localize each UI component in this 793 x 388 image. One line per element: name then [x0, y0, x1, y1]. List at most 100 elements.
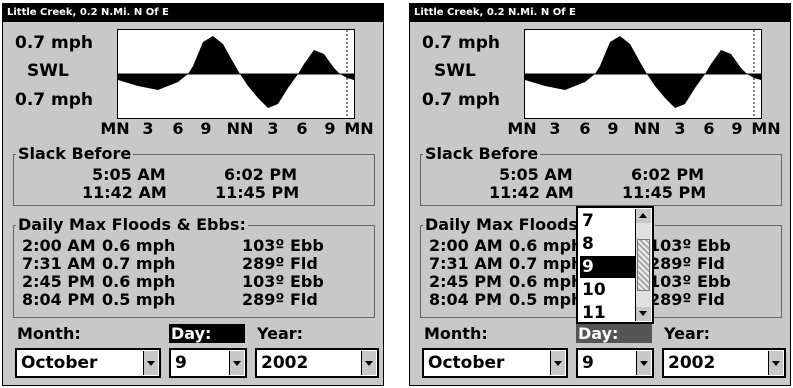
flood-speed: 0.5 mph — [102, 290, 176, 309]
month-select[interactable]: October — [15, 348, 161, 378]
scroll-up-arrow-icon[interactable] — [636, 209, 651, 223]
slack-before-title: Slack Before — [16, 144, 134, 163]
tide-top-label: 0.7 mph — [422, 33, 501, 53]
day-option[interactable]: 7 — [580, 210, 638, 232]
day-value: 9 — [175, 353, 187, 373]
slack-time: 5:05 AM — [499, 165, 573, 184]
slack-before-title: Slack Before — [423, 144, 541, 163]
axis-tick: 6 — [172, 119, 184, 138]
axis-tick: 9 — [200, 119, 212, 138]
tide-panel-right: Little Creek, 0.2 N.Mi. N Of E 0.7 mph S… — [409, 3, 791, 386]
axis-tick: 9 — [324, 119, 336, 138]
flood-direction: 289º Fld — [649, 290, 725, 309]
month-value: October — [428, 353, 505, 373]
axis-tick: 3 — [549, 119, 561, 138]
tide-curve — [118, 30, 354, 118]
axis-tick: 3 — [267, 119, 279, 138]
axis-tick: NN — [226, 119, 254, 138]
slack-before-group: Slack Before 5:05 AM 6:02 PM 11:42 AM 11… — [420, 144, 782, 206]
day-option-selected[interactable]: 9 — [580, 256, 638, 278]
flood-row: 2:45 PM 0.6 mph 103º Ebb — [22, 272, 372, 291]
flood-time: 2:00 AM — [22, 236, 96, 255]
axis-tick: MN — [751, 119, 781, 138]
year-select[interactable]: 2002 — [662, 348, 786, 378]
flood-direction: 289º Fld — [649, 254, 725, 273]
month-select[interactable]: October — [422, 348, 568, 378]
tide-curve — [525, 30, 761, 118]
month-value: October — [21, 353, 98, 373]
chevron-down-icon[interactable] — [550, 351, 565, 375]
flood-time: 2:45 PM — [429, 272, 503, 291]
axis-tick: 9 — [607, 119, 619, 138]
axis-tick: NN — [633, 119, 661, 138]
day-select[interactable]: 9 — [169, 348, 247, 378]
day-option[interactable]: 8 — [580, 233, 638, 255]
slack-time: 11:45 PM — [215, 183, 300, 202]
axis-tick: 9 — [731, 119, 743, 138]
flood-direction: 103º Ebb — [242, 236, 324, 255]
flood-direction: 289º Fld — [242, 290, 318, 309]
scroll-down-arrow-icon[interactable] — [636, 307, 651, 321]
flood-speed: 0.6 mph — [102, 272, 176, 291]
location-title: Little Creek, 0.2 N.Mi. N Of E — [410, 4, 790, 22]
tide-bottom-label: 0.7 mph — [422, 90, 501, 110]
axis-tick: 3 — [142, 119, 154, 138]
axis-tick: 6 — [703, 119, 715, 138]
tide-graph — [524, 29, 762, 119]
scroll-thumb[interactable] — [637, 239, 650, 291]
flood-speed: 0.5 mph — [509, 290, 583, 309]
year-label: Year: — [664, 324, 711, 343]
axis-tick: 6 — [296, 119, 308, 138]
tide-mid-label: SWL — [434, 61, 476, 81]
day-label: Day: — [169, 324, 245, 343]
slack-time: 11:45 PM — [622, 183, 707, 202]
slack-time: 6:02 PM — [631, 165, 705, 184]
chevron-down-icon[interactable] — [143, 351, 158, 375]
tide-x-axis: MN 3 6 9 NN 3 6 9 MN — [507, 119, 781, 139]
slack-time: 11:42 AM — [82, 183, 167, 202]
flood-speed: 0.6 mph — [102, 236, 176, 255]
flood-speed: 0.7 mph — [102, 254, 176, 273]
year-value: 2002 — [261, 353, 309, 373]
flood-time: 7:31 AM — [429, 254, 503, 273]
month-label: Month: — [17, 324, 81, 343]
tide-bottom-label: 0.7 mph — [15, 90, 94, 110]
flood-speed: 0.6 mph — [509, 236, 583, 255]
chevron-down-icon[interactable] — [636, 351, 651, 375]
flood-time: 2:45 PM — [22, 272, 96, 291]
floods-ebbs-group: Daily Max Floods & Ebbs: 2:00 AM 0.6 mph… — [13, 215, 375, 318]
flood-direction: 103º Ebb — [649, 272, 731, 291]
flood-time: 8:04 PM — [22, 290, 96, 309]
chevron-down-icon[interactable] — [768, 351, 783, 375]
day-option[interactable]: 10 — [580, 279, 638, 301]
day-dropdown-list[interactable]: 7 8 9 10 11 — [576, 206, 654, 324]
axis-tick: 3 — [674, 119, 686, 138]
axis-tick: MN — [344, 119, 374, 138]
tide-top-label: 0.7 mph — [15, 33, 94, 53]
flood-speed: 0.6 mph — [509, 272, 583, 291]
year-value: 2002 — [668, 353, 716, 373]
flood-time: 2:00 AM — [429, 236, 503, 255]
day-label: Day: — [576, 324, 652, 343]
day-value: 9 — [582, 353, 594, 373]
flood-row: 8:04 PM 0.5 mph 289º Fld — [22, 290, 372, 309]
month-label: Month: — [424, 324, 488, 343]
dropdown-scrollbar[interactable] — [635, 209, 651, 321]
year-select[interactable]: 2002 — [255, 348, 379, 378]
day-select[interactable]: 9 — [576, 348, 654, 378]
flood-direction: 103º Ebb — [649, 236, 731, 255]
tide-panel-left: Little Creek, 0.2 N.Mi. N Of E 0.7 mph S… — [2, 3, 384, 386]
chevron-down-icon[interactable] — [361, 351, 376, 375]
day-option[interactable]: 11 — [580, 302, 638, 324]
slack-time: 6:02 PM — [224, 165, 298, 184]
flood-row: 7:31 AM 0.7 mph 289º Fld — [22, 254, 372, 273]
slack-before-group: Slack Before 5:05 AM 6:02 PM 11:42 AM 11… — [13, 144, 375, 206]
chevron-down-icon[interactable] — [229, 351, 244, 375]
slack-time: 5:05 AM — [92, 165, 166, 184]
tide-mid-label: SWL — [27, 61, 69, 81]
tide-graph — [117, 29, 355, 119]
slack-time: 11:42 AM — [489, 183, 574, 202]
flood-direction: 103º Ebb — [242, 272, 324, 291]
floods-ebbs-title: Daily Max Floods & Ebbs: — [16, 215, 248, 234]
flood-row: 2:00 AM 0.6 mph 103º Ebb — [22, 236, 372, 255]
